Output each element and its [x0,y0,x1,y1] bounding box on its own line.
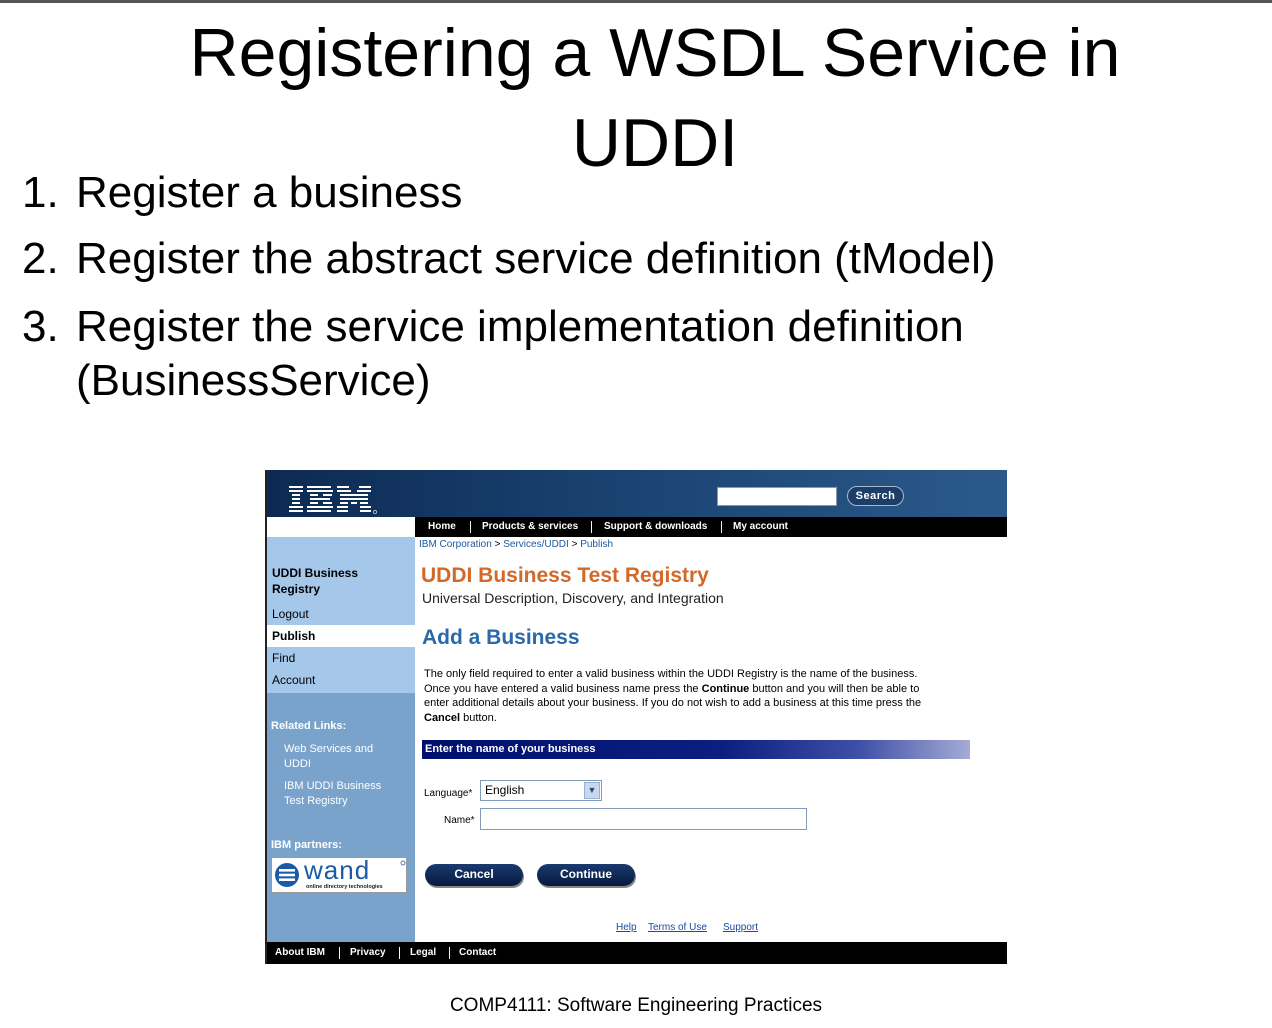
registry-title-line2: Registry [272,582,321,596]
top-nav: Home Products & services Support & downl… [415,517,1007,537]
intro-bold: Cancel [424,711,461,724]
related-link-line: UDDI [284,758,311,770]
related-link-line: Test Registry [284,795,348,807]
sidebar-item-logout[interactable]: Logout [267,603,415,625]
sidebar-item-account[interactable]: Account [267,669,415,693]
footer-legal[interactable]: Legal [410,942,436,964]
name-field[interactable] [480,808,807,830]
related-links-header: Related Links: [271,720,347,732]
wand-partner-logo[interactable]: wand online directory technologies [271,855,407,893]
cancel-button[interactable]: Cancel [425,864,523,886]
slide-title-line1: Registering a WSDL Service in [189,15,1121,91]
breadcrumb-services-uddi[interactable]: Services/UDDI [503,539,569,550]
slide-title: Registering a WSDL Service in UDDI [40,8,1270,188]
nav-support-downloads[interactable]: Support & downloads [604,517,707,537]
nav-my-account[interactable]: My account [733,517,788,537]
slide-footer: COMP4111: Software Engineering Practices [449,995,823,1016]
related-link-line: Web Services and [284,743,374,755]
intro-bold: Continue [701,682,750,695]
chevron-down-icon[interactable]: ▼ [584,782,600,799]
footer-contact[interactable]: Contact [459,942,496,964]
name-label: Name* [444,815,475,826]
breadcrumb-ibm[interactable]: IBM Corporation [419,539,492,550]
ibm-partners-header: IBM partners: [271,839,342,851]
step-3: 3. Register the service implementation de… [22,300,964,405]
step-text: Register a business [76,168,463,217]
language-select[interactable]: English ▼ [480,780,602,801]
sidebar-item-publish[interactable]: Publish [267,625,415,647]
intro-paragraph: The only field required to enter a valid… [424,667,924,725]
section-bar: Enter the name of your business [422,740,970,759]
registry-title-line1: UDDI Business [272,566,359,580]
sidebar-registry-title: UDDI Business Registry [272,565,358,597]
help-link[interactable]: Help [616,922,637,933]
search-input[interactable] [717,487,837,506]
page-heading: Add a Business [422,626,580,649]
intro-text: button. [460,711,497,724]
step-number: 2. [22,234,59,283]
breadcrumb: IBM Corporation > Services/UDDI > Publis… [419,539,613,550]
footer-divider [339,947,340,959]
step-text-continuation: (BusinessService) [76,356,431,405]
wand-logo-text: wand [304,855,371,885]
language-label: Language* [424,788,473,799]
continue-button[interactable]: Continue [537,864,635,886]
step-number: 1. [22,168,59,217]
nav-home[interactable]: Home [428,517,456,537]
sidebar-item-find[interactable]: Find [267,647,415,669]
step-number: 3. [22,302,59,351]
nav-products-services[interactable]: Products & services [482,517,578,537]
breadcrumb-separator: > [494,539,501,550]
step-text: Register the service implementation defi… [76,302,964,351]
breadcrumb-publish[interactable]: Publish [580,539,613,550]
step-text: Register the abstract service definition… [76,234,996,283]
wand-tagline: online directory technologies [306,884,383,890]
footer-divider [449,947,450,959]
uddi-screenshot: Search Home Products & services Support … [265,470,1007,964]
nav-divider [591,521,592,533]
breadcrumb-separator: > [571,539,578,550]
search-button[interactable]: Search [847,486,904,506]
support-link[interactable]: Support [723,922,758,933]
bottom-nav: About IBM Privacy Legal Contact [267,942,1007,964]
masthead: Search [267,470,1007,517]
sidebar: UDDI Business Registry Logout Publish Fi… [267,537,415,943]
registry-title: UDDI Business Test Registry [421,564,709,587]
footer-divider [399,947,400,959]
registry-subtitle: Universal Description, Discovery, and In… [422,590,724,606]
language-value: English [485,783,525,797]
step-2: 2. Register the abstract service definiti… [22,232,996,286]
related-link-line: IBM UDDI Business [284,780,382,792]
nav-divider [721,521,722,533]
footer-about-ibm[interactable]: About IBM [275,942,325,964]
related-link-web-services[interactable]: Web Services and UDDI [284,742,394,772]
nav-divider [470,521,471,533]
related-link-ibm-uddi[interactable]: IBM UDDI Business Test Registry [284,779,394,809]
step-1: 1. Register a business [22,166,462,220]
ibm-logo-icon[interactable] [287,482,377,518]
top-rule [0,0,1272,3]
terms-of-use-link[interactable]: Terms of Use [648,922,707,933]
footer-privacy[interactable]: Privacy [350,942,386,964]
